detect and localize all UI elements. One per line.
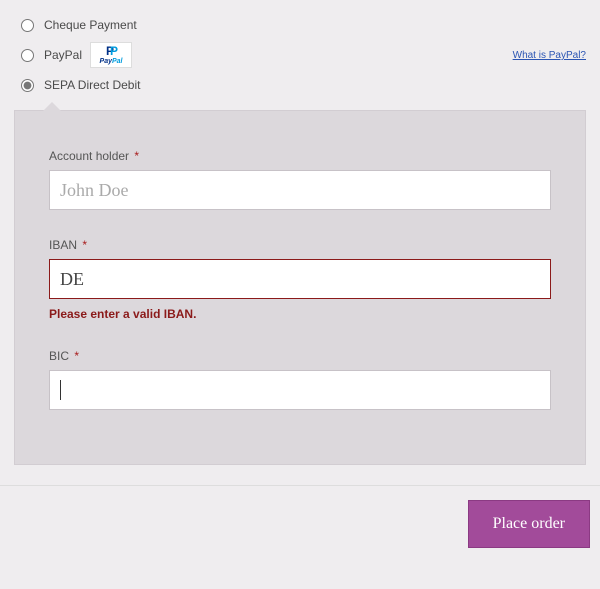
sepa-details-panel: Account holder * IBAN * Please enter a v… [14, 110, 586, 465]
required-mark: * [82, 238, 87, 252]
payment-method-cheque-radio[interactable] [21, 19, 34, 32]
account-holder-field-group: Account holder * [49, 149, 551, 210]
payment-method-paypal-row: PayPal PP PayPal What is PayPal? [10, 42, 590, 68]
payment-method-paypal-radio[interactable] [21, 49, 34, 62]
account-holder-label: Account holder * [49, 149, 551, 163]
bic-label: BIC * [49, 349, 551, 363]
what-is-paypal-link[interactable]: What is PayPal? [513, 50, 586, 61]
account-holder-label-text: Account holder [49, 149, 129, 163]
payment-method-cheque-label[interactable]: Cheque Payment [44, 18, 137, 32]
bic-input[interactable] [49, 370, 551, 410]
iban-label: IBAN * [49, 238, 551, 252]
footer-area: Place order [0, 485, 600, 548]
required-mark: * [134, 149, 139, 163]
paypal-logo-icon: PP PayPal [90, 42, 132, 68]
iban-field-group: IBAN * Please enter a valid IBAN. [49, 238, 551, 321]
payment-method-sepa-label[interactable]: SEPA Direct Debit [44, 78, 140, 92]
iban-label-text: IBAN [49, 238, 77, 252]
payment-method-paypal-label[interactable]: PayPal [44, 48, 82, 62]
payment-method-sepa-row: SEPA Direct Debit [10, 72, 590, 98]
iban-input[interactable] [49, 259, 551, 299]
bic-label-text: BIC [49, 349, 69, 363]
payment-method-cheque-row: Cheque Payment [10, 12, 590, 38]
payment-method-sepa-radio[interactable] [21, 79, 34, 92]
place-order-button[interactable]: Place order [468, 500, 590, 548]
account-holder-input[interactable] [49, 170, 551, 210]
payment-method-list: Cheque Payment PayPal PP PayPal What is … [10, 12, 590, 98]
iban-error-message: Please enter a valid IBAN. [49, 307, 551, 321]
bic-field-group: BIC * [49, 349, 551, 410]
required-mark: * [74, 349, 79, 363]
